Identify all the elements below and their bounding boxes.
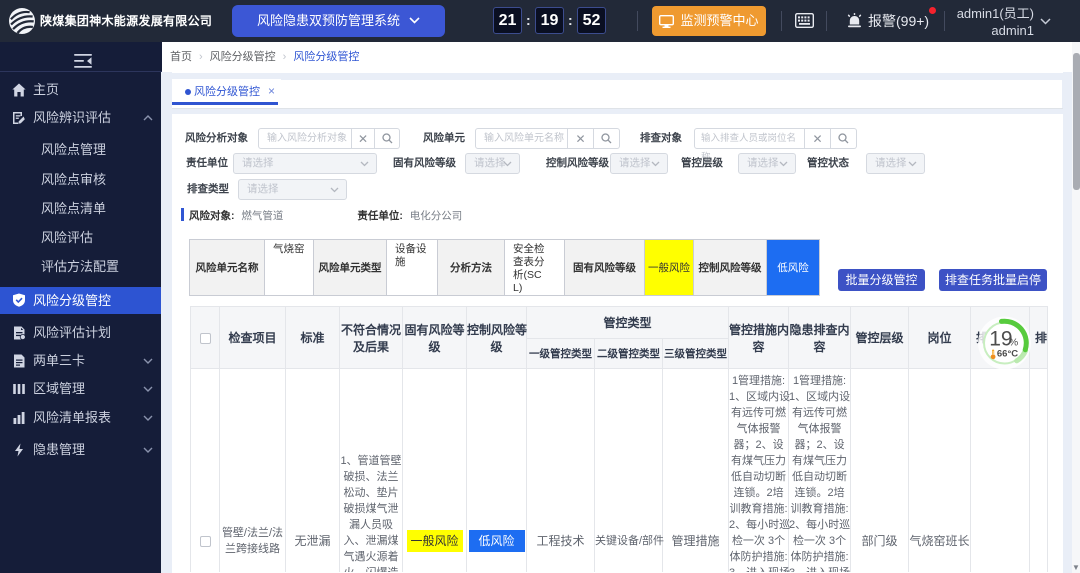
svg-text:66°C: 66°C: [997, 349, 1018, 360]
svg-text:%: %: [1009, 337, 1018, 349]
